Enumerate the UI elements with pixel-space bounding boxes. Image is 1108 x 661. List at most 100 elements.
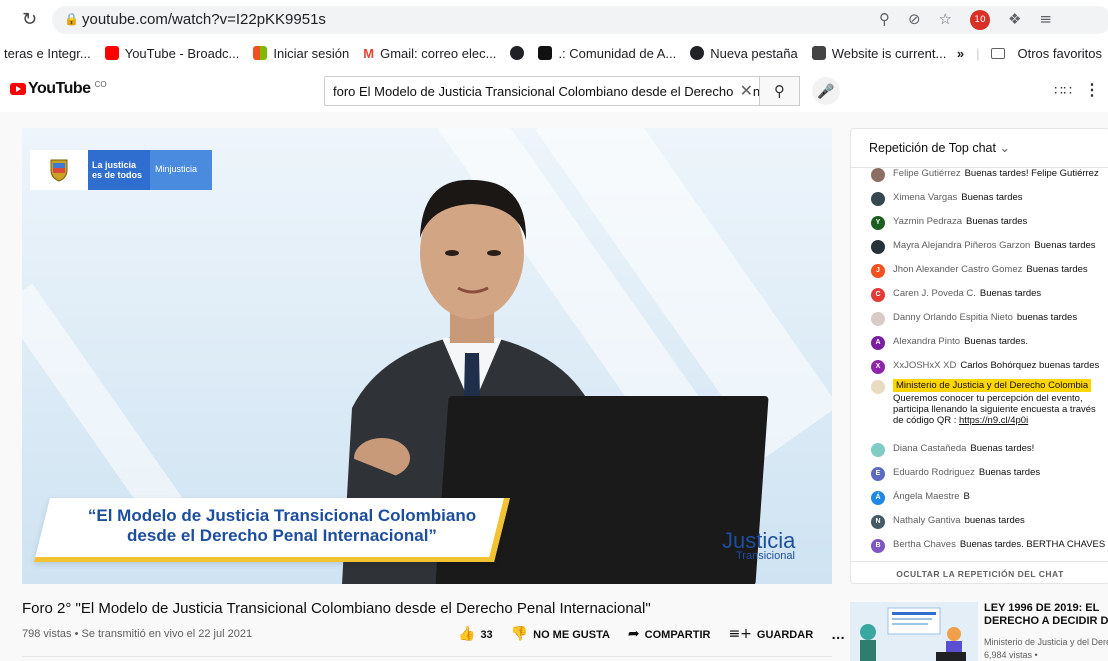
chat-author[interactable]: Danny Orlando Espitia Nieto xyxy=(893,312,1013,323)
chat-author[interactable]: Ángela Maestre xyxy=(893,491,960,502)
avatar: Á xyxy=(871,491,885,505)
avatar xyxy=(871,240,885,254)
hide-chat-replay-button[interactable]: OCULTAR LA REPETICIÓN DEL CHAT xyxy=(851,561,1108,583)
search-input[interactable]: foro El Modelo de Justicia Transicional … xyxy=(324,76,760,106)
chat-author[interactable]: Felipe Gutiérrez xyxy=(893,168,961,179)
bookmarks-bar: teras e Integr... YouTube - Broadc... In… xyxy=(0,38,1108,68)
bookmark-0[interactable]: teras e Integr... xyxy=(4,46,91,61)
avatar: Y xyxy=(871,216,885,230)
chat-text: Buenas tardes xyxy=(966,216,1028,227)
search-value: foro El Modelo de Justicia Transicional … xyxy=(333,84,760,99)
clear-icon[interactable]: ✕ xyxy=(735,81,753,101)
video-thumbnail[interactable] xyxy=(850,602,978,661)
reading-list-icon[interactable]: ≡ xyxy=(1039,10,1052,30)
save-button[interactable]: ≡+ GUARDAR xyxy=(728,626,813,642)
recommended-title[interactable]: LEY 1996 DE 2019: EL DERECHO A DECIDIR D… xyxy=(984,602,1108,628)
logo-line-1: La justicia xyxy=(92,160,137,170)
folder-icon xyxy=(991,47,1006,59)
bookmark-iniciar-sesion[interactable]: Iniciar sesión xyxy=(253,46,349,61)
avatar: J xyxy=(871,264,885,278)
chat-text: Buenas tardes xyxy=(1034,240,1096,251)
bookmark-comunidad[interactable]: .: Comunidad de A... xyxy=(538,46,676,61)
more-vert-icon[interactable]: ⋮ xyxy=(1084,80,1100,100)
chat-message: Y Yazmin Pedraza Buenas tardes xyxy=(871,216,1108,230)
address-bar-icons: ⚲ ⊘ ☆ 10 ❖ ≡ xyxy=(879,10,1052,30)
chat-author[interactable]: Diana Castañeda xyxy=(893,443,966,454)
other-favorites[interactable]: Otros favoritos xyxy=(1017,46,1102,61)
bookmark-youtube[interactable]: YouTube - Broadc... xyxy=(104,46,239,61)
chat-mode-dropdown[interactable]: Repetición de Top chat ⌄ xyxy=(869,140,1010,155)
chat-text: Buenas tardes xyxy=(979,288,1042,299)
video-player[interactable]: La justicia es de todos Minjusticia “El … xyxy=(22,128,832,584)
bookmark-nueva-pestana[interactable]: Nueva pestaña xyxy=(690,46,798,61)
bookmark-website[interactable]: Website is current... xyxy=(811,46,946,61)
chat-message: C Caren J. Poveda C. Buenas tardes xyxy=(871,288,1108,302)
chat-author[interactable]: Yazmin Pedraza xyxy=(893,216,962,227)
avatar xyxy=(871,312,885,326)
dislike-button[interactable]: 👎 NO ME GUSTA xyxy=(511,626,610,642)
recommended-channel[interactable]: Ministerio de Justicia y del Dere xyxy=(984,637,1108,647)
chat-message: Felipe Gutiérrez Buenas tardes! Felipe Gu… xyxy=(871,168,1108,182)
chat-text: buenas tardes xyxy=(964,515,1025,526)
gmail-icon: M xyxy=(363,45,375,61)
chat-message: X XxJOSHxX XD Carlos Bohórquez buenas tard… xyxy=(871,360,1108,374)
chat-author[interactable]: XxJOSHxX XD xyxy=(893,360,956,371)
chat-message: Mayra Alejandra Piñeros Garzon Buenas tar… xyxy=(871,240,1108,254)
moderator-message: Ministerio de Justicia y del Derecho Col… xyxy=(871,379,1108,436)
lock-icon: 🔒 xyxy=(64,12,79,26)
chat-author[interactable]: Ximena Vargas xyxy=(893,192,957,203)
chat-author[interactable]: Eduardo Rodriguez xyxy=(893,467,975,478)
chat-message: A Alexandra Pinto Buenas tardes. xyxy=(871,336,1108,350)
chat-author[interactable]: Alexandra Pinto xyxy=(893,336,960,347)
recommended-title-line-2: DERECHO A DECIDIR DE LA xyxy=(984,615,1108,627)
star-icon[interactable]: ☆ xyxy=(939,10,952,30)
bookmark-globe[interactable] xyxy=(510,46,525,60)
address-bar[interactable]: 🔒 youtube.com/watch?v=I22pKK9951s ⚲ ⊘ ☆ … xyxy=(52,6,1108,34)
moderator-author[interactable]: Ministerio de Justicia y del Derecho Col… xyxy=(893,379,1092,392)
like-button[interactable]: 👍 33 xyxy=(458,626,493,642)
search-button[interactable]: ⚲ xyxy=(760,76,800,106)
survey-link[interactable]: https://n9.cl/4p0i xyxy=(959,415,1028,426)
chat-message: J Jhon Alexander Castro Gomez Buenas tarde… xyxy=(871,264,1108,278)
avatar: X xyxy=(871,360,885,374)
chat-text: Buenas tardes. BERTHA CHAVES xyxy=(959,539,1106,550)
apps-grid-icon[interactable]: ∷∷ xyxy=(1054,82,1072,99)
bookmark-gmail[interactable]: M Gmail: correo elec... xyxy=(363,46,496,61)
recommended-video[interactable]: LEY 1996 DE 2019: EL DERECHO A DECIDIR D… xyxy=(850,600,1108,661)
chat-author[interactable]: Jhon Alexander Castro Gomez xyxy=(893,264,1022,275)
avatar: B xyxy=(871,539,885,553)
chat-author[interactable]: Bertha Chaves xyxy=(893,539,956,550)
chat-author[interactable]: Mayra Alejandra Piñeros Garzon xyxy=(893,240,1030,251)
bookmarks-overflow: » | Otros favoritos xyxy=(948,38,1102,68)
search-icon: ⚲ xyxy=(774,82,785,100)
chat-text: Buenas tardes! Felipe Gutiérrez xyxy=(964,168,1099,179)
banner-text: “El Modelo de Justicia Transicional Colo… xyxy=(52,506,512,546)
more-actions-icon[interactable]: … xyxy=(831,626,845,642)
logo-justicia-text: La justicia es de todos xyxy=(88,150,150,190)
divider: | xyxy=(976,45,980,61)
extension-icon[interactable]: 10 xyxy=(969,10,990,30)
coat-of-arms-icon xyxy=(30,150,88,190)
chat-author[interactable]: Nathaly Gantiva xyxy=(893,515,961,526)
justicia-transicional-logo: Justicia Transicional xyxy=(722,528,795,562)
chat-author[interactable]: Caren J. Poveda C. xyxy=(893,288,976,299)
avatar: E xyxy=(871,467,885,481)
avatar xyxy=(871,168,885,182)
ministry-avatar xyxy=(871,380,885,394)
youtube-logo[interactable]: YouTube CO xyxy=(10,80,107,98)
share-button[interactable]: ➦ COMPARTIR xyxy=(628,626,711,642)
more-bookmarks-button[interactable]: » xyxy=(957,46,964,61)
eye-off-icon[interactable]: ⊘ xyxy=(908,10,921,30)
chat-text: Buenas tardes xyxy=(961,192,1023,203)
bookmark-label: teras e Integr... xyxy=(4,45,91,61)
chevron-down-icon: ⌄ xyxy=(999,141,1010,155)
url-text[interactable]: youtube.com/watch?v=I22pKK9951s xyxy=(82,11,326,28)
zoom-icon[interactable]: ⚲ xyxy=(879,10,890,30)
reload-icon[interactable]: ↻ xyxy=(22,9,37,30)
video-meta: 798 vistas • Se transmitió en vivo el 22… xyxy=(22,628,253,640)
recommended-title-line-1: LEY 1996 DE 2019: EL xyxy=(984,602,1100,614)
chat-message: N Nathaly Gantiva buenas tardes xyxy=(871,515,1108,529)
microphone-icon[interactable]: 🎤 xyxy=(812,77,840,105)
puzzle-icon[interactable]: ❖ xyxy=(1008,10,1021,30)
globe-icon xyxy=(510,46,525,60)
